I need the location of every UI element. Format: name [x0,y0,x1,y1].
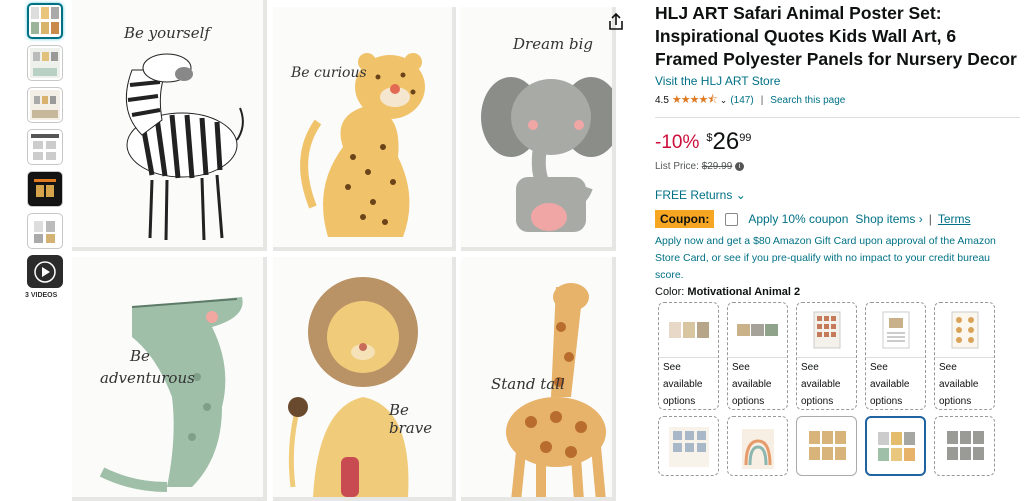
zebra-quote: Be yourself [124,24,210,42]
rating-value: 4.5 [655,95,669,106]
rating-row: 4.5 ★★★★⯪ ⌄ (147) | Search this page [655,91,1020,110]
star-rating-icon[interactable]: ★★★★⯪ [672,91,718,110]
share-icon[interactable] [606,12,626,32]
videos-count-label: 3 VIDEOS [25,292,58,299]
swatch-image [728,417,787,475]
color-label: Color: [655,286,685,298]
swatch-image [659,417,718,475]
coupon-checkbox[interactable] [725,212,739,226]
swatch-text: See available options [939,362,979,407]
leopard-illustration [300,53,425,237]
store-link[interactable]: Visit the HLJ ART Store [655,74,1020,88]
divider [655,117,1020,118]
coupon-separator: | [928,212,932,226]
crocodile-quote-line2: adventurous [100,369,195,387]
leopard-quote: Be curious [291,65,367,81]
thumbnail-6[interactable] [27,213,63,249]
price-whole: 26 [712,128,740,155]
swatch-image [867,418,924,474]
swatch-image [659,303,718,358]
thumbnail-2[interactable] [27,45,63,81]
free-returns-label: FREE Returns [655,188,733,202]
swatch-image [935,303,994,358]
rating-count-link[interactable]: (147) [730,95,753,106]
coupon-badge: Coupon: [655,210,715,228]
rating-separator: | [760,95,764,106]
color-swatches: See available options See available options … [658,302,1020,476]
chevron-down-icon[interactable]: ⌄ [720,95,728,106]
coupon-row: Coupon: Apply 10% coupon Shop items › | … [655,210,1020,228]
main-product-image[interactable]: Be yourself Be curious Dream big Be adve… [72,0,616,501]
color-selector-label: Color: Motivational Animal 2 [655,286,1020,298]
elephant-panel: Dream big [461,7,616,251]
crocodile-panel: Be adventurous [72,257,267,501]
discount-percent: -10% [655,132,700,153]
swatch-image [728,303,787,358]
product-info: HLJ ART Safari Animal Poster Set: Inspir… [655,0,1020,476]
swatch-text: See available options [732,362,772,407]
price-fraction: 99 [739,132,752,144]
list-price-label: List Price: [655,161,699,172]
color-swatch[interactable]: See available options [934,302,995,410]
color-swatch[interactable]: See available options [796,302,857,410]
swatch-image [866,303,925,358]
thumbnail-4[interactable] [27,129,63,165]
swatch-text: See available options [801,362,841,407]
apply-coupon-label[interactable]: Apply 10% coupon [748,212,848,226]
swatch-text: See available options [663,362,703,407]
lion-illustration [288,277,418,497]
thumbnail-1[interactable] [27,3,63,39]
swatch-image [797,417,856,475]
swatch-text: See available options [870,362,910,407]
chevron-down-icon: ⌄ [735,188,746,202]
shop-items-link[interactable]: Shop items › [855,212,922,226]
price: $ 26 99 [706,130,751,154]
color-swatch-selected[interactable] [865,416,926,476]
color-swatch[interactable]: See available options [658,302,719,410]
info-icon[interactable]: i [735,161,745,171]
terms-link[interactable]: Terms [938,212,971,226]
color-swatch[interactable] [796,416,857,476]
video-thumbnail[interactable] [27,255,63,288]
thumbnail-3[interactable] [27,87,63,123]
selected-color: Motivational Animal 2 [687,286,801,298]
zebra-panel: Be yourself [72,0,267,251]
credit-card-offer[interactable]: Apply now and get a $80 Amazon Gift Card… [655,233,1020,284]
crocodile-quote-line1: Be [130,347,150,365]
giraffe-quote: Stand tall [491,375,565,393]
color-swatch[interactable] [727,416,788,476]
color-swatch[interactable]: See available options [727,302,788,410]
free-returns-link[interactable]: FREE Returns ⌄ [655,188,1020,202]
swatch-image [797,303,856,358]
search-page-link[interactable]: Search this page [770,95,845,106]
leopard-panel: Be curious [273,7,456,251]
price-row: -10% $ 26 99 [655,130,1020,154]
lion-quote: Be brave [389,401,433,437]
thumbnail-strip: 3 VIDEOS [25,3,65,299]
color-swatch[interactable]: See available options [865,302,926,410]
elephant-quote: Dream big [513,35,594,53]
list-price-value: $29.99 [701,161,733,172]
product-title: HLJ ART Safari Animal Poster Set: Inspir… [655,3,1017,69]
lion-panel: Be brave [273,257,456,501]
color-swatch[interactable] [658,416,719,476]
list-price-row: List Price: $29.99 i [655,161,1020,172]
thumbnail-5[interactable] [27,171,63,207]
swatch-image [935,417,994,475]
color-swatch[interactable] [934,416,995,476]
giraffe-panel: Stand tall [461,257,616,501]
play-icon [34,260,56,283]
